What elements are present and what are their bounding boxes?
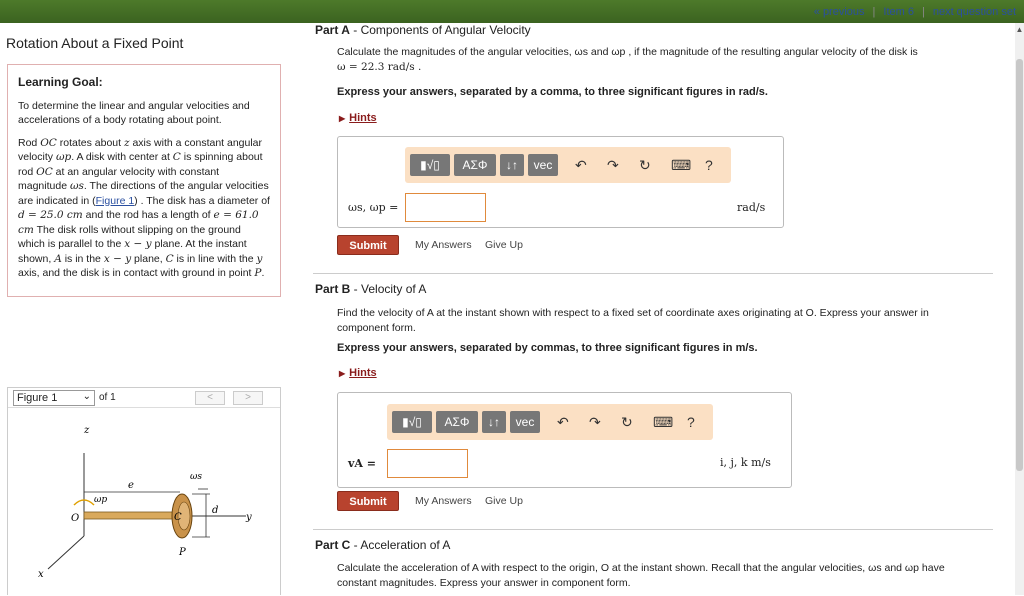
greek-button[interactable]: ΑΣΦ: [436, 411, 478, 433]
part-a-my-answers-link[interactable]: My Answers: [415, 239, 472, 251]
next-question-set-link[interactable]: next question set: [933, 6, 1016, 18]
part-b-instructions: Express your answers, separated by comma…: [337, 342, 758, 354]
previous-link[interactable]: « previous: [814, 6, 865, 18]
part-c-title: Part C - Acceleration of A: [315, 538, 451, 552]
templates-button[interactable]: ▮√▯: [410, 154, 450, 176]
p-label: P: [178, 547, 186, 558]
chevron-down-icon: ⌄: [82, 391, 91, 402]
top-navigation: « previous | Item 6 | next question set: [810, 6, 1020, 18]
rotating-disk-diagram: z e ωs ωp d O C y P x: [38, 425, 252, 580]
arrows-button[interactable]: ↓↑: [482, 411, 506, 433]
separator: |: [872, 6, 876, 18]
reset-icon[interactable]: ↻: [621, 414, 633, 430]
figure-panel: Figure 1⌄ of 1 < > z e ωs ωp d O C y P: [7, 387, 281, 595]
undo-icon[interactable]: ↶: [575, 157, 587, 173]
figure-link[interactable]: Figure 1: [96, 195, 135, 207]
greek-button[interactable]: ΑΣΦ: [454, 154, 496, 176]
c-label: C: [174, 512, 182, 523]
problem-description: Rod OC rotates about z axis with a const…: [18, 136, 270, 280]
part-b-my-answers-link[interactable]: My Answers: [415, 495, 472, 507]
part-a-question: Calculate the magnitudes of the angular …: [337, 46, 918, 73]
x-label: x: [38, 569, 44, 580]
part-c-question: Calculate the acceleration of A with res…: [337, 562, 945, 589]
part-b-unit: i, j, k m/s: [720, 456, 771, 469]
problem-title: Rotation About a Fixed Point: [6, 35, 184, 51]
part-b-question: Find the velocity of A at the instant sh…: [337, 307, 929, 334]
e-label: e: [128, 480, 134, 491]
part-a-math-toolbar: ▮√▯ ΑΣΦ ↓↑ vec ↶ ↷ ↻ ⌨ ?: [405, 147, 731, 183]
help-icon[interactable]: ?: [705, 157, 713, 173]
learning-goal-text: To determine the linear and angular velo…: [18, 99, 250, 127]
part-b-give-up-link[interactable]: Give Up: [485, 495, 523, 507]
scroll-thumb[interactable]: [1016, 59, 1023, 471]
vec-button[interactable]: vec: [510, 411, 540, 433]
y-label: y: [245, 512, 252, 523]
triangle-right-icon: ▶: [339, 114, 346, 123]
part-b-title: Part B - Velocity of A: [315, 282, 427, 296]
part-a-give-up-link[interactable]: Give Up: [485, 239, 523, 251]
separator: |: [921, 6, 925, 18]
part-a-title: Part A - Components of Angular Velocity: [315, 23, 531, 37]
help-icon[interactable]: ?: [687, 414, 695, 430]
part-b-submit-button[interactable]: Submit: [337, 491, 399, 511]
divider: [313, 529, 993, 530]
redo-icon[interactable]: ↷: [607, 157, 619, 173]
part-a-instructions: Express your answers, separated by a com…: [337, 86, 768, 98]
item-indicator[interactable]: Item 6: [883, 6, 914, 18]
learning-goal-box: Learning Goal: To determine the linear a…: [7, 64, 281, 297]
part-a-submit-button[interactable]: Submit: [337, 235, 399, 255]
part-b-answer-label: vA =: [348, 457, 376, 470]
part-b-math-toolbar: ▮√▯ ΑΣΦ ↓↑ vec ↶ ↷ ↻ ⌨ ?: [387, 404, 713, 440]
figure-toolbar: Figure 1 ⌄ of 1 < >: [8, 388, 280, 408]
reset-icon[interactable]: ↻: [639, 157, 651, 173]
part-a-answer-label: ωs, ωp =: [348, 201, 399, 214]
d-label: d: [212, 505, 218, 516]
triangle-right-icon: ▶: [339, 369, 346, 378]
vec-button[interactable]: vec: [528, 154, 558, 176]
omega-s-label: ωs: [190, 472, 202, 482]
x-axis: [47, 535, 85, 570]
figure-count: of 1: [99, 392, 116, 403]
part-b-hints-link[interactable]: ▶ Hints: [339, 367, 377, 379]
part-a-hints-link[interactable]: ▶ Hints: [339, 112, 377, 124]
templates-button[interactable]: ▮√▯: [392, 411, 432, 433]
part-b-answer-box: ▮√▯ ΑΣΦ ↓↑ vec ↶ ↷ ↻ ⌨ ? vA = i, j, k m/…: [337, 392, 792, 488]
scroll-up-arrow[interactable]: ▲: [1015, 25, 1024, 35]
undo-icon[interactable]: ↶: [557, 414, 569, 430]
part-a-answer-input[interactable]: [405, 193, 486, 222]
o-label: O: [71, 513, 79, 524]
learning-goal-heading: Learning Goal:: [18, 75, 103, 89]
omega-p-label: ωp: [94, 495, 107, 505]
previous-figure-button[interactable]: <: [195, 391, 225, 405]
redo-icon[interactable]: ↷: [589, 414, 601, 430]
divider: [313, 273, 993, 274]
scrollbar[interactable]: ▲: [1015, 23, 1024, 595]
part-b-answer-input[interactable]: [387, 449, 468, 478]
keyboard-icon[interactable]: ⌨: [653, 414, 673, 430]
figure-select[interactable]: Figure 1 ⌄: [13, 390, 95, 406]
keyboard-icon[interactable]: ⌨: [671, 157, 691, 173]
top-bar: « previous | Item 6 | next question set: [0, 0, 1024, 23]
part-a-answer-box: ▮√▯ ΑΣΦ ↓↑ vec ↶ ↷ ↻ ⌨ ? ωs, ωp = rad/s: [337, 136, 784, 228]
part-a-unit: rad/s: [737, 201, 766, 214]
arrows-button[interactable]: ↓↑: [500, 154, 524, 176]
next-figure-button[interactable]: >: [233, 391, 263, 405]
z-label: z: [83, 425, 90, 436]
rod: [83, 511, 180, 520]
